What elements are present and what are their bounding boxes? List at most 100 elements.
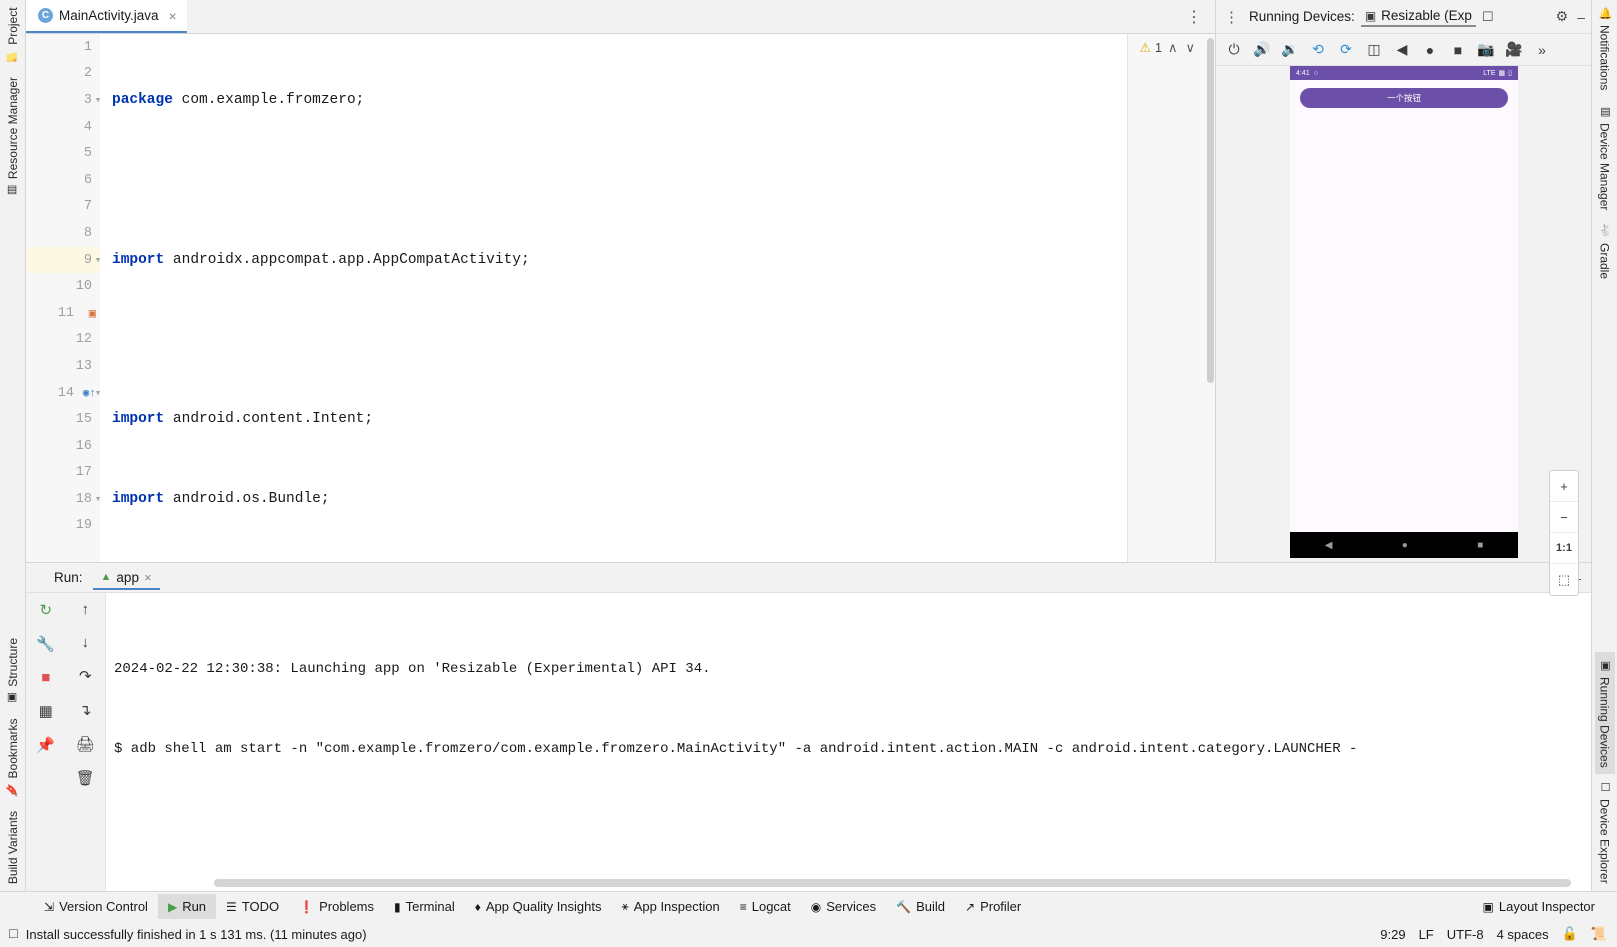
next-problem-icon[interactable]: ∨: [1183, 40, 1197, 56]
sidebar-item-gradle[interactable]: 🐇 Gradle: [1595, 217, 1615, 285]
line-number: 1: [83, 39, 92, 55]
main-content: C MainActivity.java × ⋮ ⚠ 1 ∧ ∨ 1 2 3 ▾ …: [26, 0, 1591, 891]
rerun-icon[interactable]: ↻: [39, 601, 52, 619]
editor-scrollbar[interactable]: [1207, 38, 1214, 383]
tab-terminal[interactable]: ▮ Terminal: [384, 894, 465, 919]
tab-logcat[interactable]: ≡ Logcat: [730, 894, 801, 919]
scroll-end-icon[interactable]: ↴: [79, 701, 92, 719]
left-tool-rail: 📁 Project ▤ Resource Manager ▣ Structure…: [0, 0, 26, 891]
sidebar-item-running-devices[interactable]: ▣ Running Devices: [1594, 651, 1615, 775]
unlocked-icon[interactable]: 🔓: [1562, 926, 1578, 942]
tab-layout-inspector[interactable]: ▣ Layout Inspector: [1473, 894, 1605, 919]
minimize-icon[interactable]: –: [1577, 9, 1585, 25]
window-icon[interactable]: ☐: [1482, 9, 1494, 25]
close-icon[interactable]: ×: [144, 570, 152, 585]
record-icon[interactable]: 🎥: [1500, 37, 1528, 63]
tab-label: TODO: [241, 899, 280, 914]
power-icon[interactable]: ⏻: [1220, 37, 1248, 63]
zoom-actual-button[interactable]: 1:1: [1550, 533, 1578, 564]
wrench-icon[interactable]: 🔧: [36, 635, 55, 653]
more-icon[interactable]: »: [1528, 37, 1556, 63]
folder-icon: 📁: [6, 49, 18, 63]
up-arrow-icon[interactable]: ↑: [82, 601, 90, 618]
zoom-controls: + − 1:1 ⬚: [1549, 470, 1579, 596]
line-separator[interactable]: LF: [1419, 927, 1434, 942]
device-tab[interactable]: ▣ Resizable (Exp: [1360, 6, 1476, 27]
gear-icon[interactable]: ⚙: [1556, 8, 1569, 25]
event-log-icon[interactable]: 📜: [1591, 926, 1607, 942]
sidebar-item-bookmarks[interactable]: 🔖 Bookmarks: [3, 711, 23, 803]
todo-icon: ☰: [226, 899, 237, 914]
run-configuration-tab[interactable]: ▲ app ×: [92, 566, 160, 590]
status-notification-icon: ○: [1313, 69, 1318, 77]
file-encoding[interactable]: UTF-8: [1447, 927, 1484, 942]
tab-app-quality-insights[interactable]: ♦ App Quality Insights: [465, 894, 612, 919]
branch-icon: ⇲: [44, 899, 55, 914]
code-content[interactable]: package com.example.fromzero; import and…: [100, 34, 1215, 562]
sidebar-item-project[interactable]: 📁 Project: [3, 0, 23, 70]
tab-label: Problems: [319, 899, 375, 914]
tab-label: Services: [826, 899, 877, 914]
print-icon[interactable]: 🖨: [76, 735, 95, 753]
inspection-widget[interactable]: ⚠ 1 ∧ ∨: [1139, 40, 1197, 56]
panel-options-icon[interactable]: ⋮: [1220, 8, 1243, 26]
layout-preview-icon[interactable]: ▣: [89, 306, 96, 321]
sidebar-item-resource-manager[interactable]: ▤ Resource Manager: [3, 70, 23, 204]
screenshot-icon[interactable]: 📷: [1472, 37, 1500, 63]
tab-label: Logcat: [751, 899, 791, 914]
running-devices-header: ⋮ Running Devices: ▣ Resizable (Exp ☐ ⚙ …: [1216, 0, 1591, 34]
sidebar-item-device-manager[interactable]: ▤ Device Manager: [1595, 98, 1615, 217]
zoom-fit-button[interactable]: ⬚: [1550, 564, 1578, 595]
nav-recents-icon[interactable]: ■: [1477, 540, 1483, 551]
sidebar-item-structure[interactable]: ▣ Structure: [3, 631, 23, 712]
nav-back-icon[interactable]: ◀: [1325, 540, 1333, 551]
home-icon[interactable]: ●: [1416, 37, 1444, 63]
device-name: Resizable (Exp: [1381, 8, 1472, 23]
pin-icon[interactable]: 📌: [36, 736, 55, 754]
editor-tab-mainactivity[interactable]: C MainActivity.java ×: [26, 0, 187, 33]
tab-run[interactable]: ▶ Run: [157, 894, 217, 919]
indent-setting[interactable]: 4 spaces: [1497, 927, 1549, 942]
app-button[interactable]: 一个按钮: [1300, 88, 1508, 108]
sidebar-item-build-variants[interactable]: Build Variants: [3, 804, 23, 891]
emulator-screen[interactable]: 4:41 ○ LTE ▦ ▯ 一个按钮 ◀ ● ■: [1290, 66, 1518, 558]
fold-device-icon[interactable]: ◫: [1360, 37, 1388, 63]
caret-position[interactable]: 9:29: [1380, 927, 1405, 942]
tab-label: App Inspection: [633, 899, 720, 914]
rotate-left-icon[interactable]: ⟲: [1304, 37, 1332, 63]
trash-icon[interactable]: 🗑: [76, 769, 95, 787]
line-number: 10: [75, 279, 92, 295]
sidebar-item-device-explorer[interactable]: ☐ Device Explorer: [1595, 774, 1615, 891]
tab-todo[interactable]: ☰ TODO: [216, 894, 289, 919]
tab-label: Run: [182, 899, 207, 914]
editor-gutter[interactable]: 1 2 3 ▾ 4 5 6 7 8 9 ▾ 10 11 ▣ 12 13 14 ◉…: [26, 34, 101, 562]
close-icon[interactable]: ×: [165, 8, 177, 24]
prev-problem-icon[interactable]: ∧: [1166, 40, 1180, 56]
app-content-area[interactable]: [1290, 108, 1518, 532]
tab-app-inspection[interactable]: ⚹ App Inspection: [612, 894, 730, 919]
overview-icon[interactable]: ■: [1444, 37, 1472, 63]
tab-profiler[interactable]: ↗ Profiler: [955, 894, 1031, 919]
soft-wrap-icon[interactable]: ↷: [79, 667, 92, 685]
run-console-output[interactable]: 2024-02-22 12:30:38: Launching app on 'R…: [106, 593, 1591, 891]
editor-options-icon[interactable]: ⋮: [1174, 0, 1215, 33]
line-number: 12: [75, 332, 92, 348]
zoom-in-button[interactable]: +: [1550, 471, 1578, 502]
volume-down-icon[interactable]: 🔉: [1276, 37, 1304, 63]
tab-version-control[interactable]: ⇲ Version Control: [34, 894, 158, 919]
volume-up-icon[interactable]: 🔊: [1248, 37, 1276, 63]
tab-build[interactable]: 🔨 Build: [886, 894, 955, 919]
stop-icon[interactable]: ■: [41, 669, 50, 686]
run-icon: ▶: [167, 899, 178, 914]
zoom-out-button[interactable]: −: [1550, 502, 1578, 533]
layout-icon[interactable]: ▦: [39, 702, 53, 720]
nav-home-icon[interactable]: ●: [1402, 540, 1408, 551]
tab-problems[interactable]: ❗ Problems: [289, 894, 384, 919]
back-icon[interactable]: ◀: [1388, 37, 1416, 63]
rotate-right-icon[interactable]: ⟳: [1332, 37, 1360, 63]
console-horizontal-scrollbar[interactable]: [214, 879, 1571, 887]
tab-services[interactable]: ◉ Services: [801, 894, 886, 919]
sidebar-item-notifications[interactable]: 🔔 Notifications: [1595, 0, 1615, 98]
down-arrow-icon[interactable]: ↓: [82, 634, 90, 651]
status-message[interactable]: Install successfully finished in 1 s 131…: [26, 927, 367, 942]
